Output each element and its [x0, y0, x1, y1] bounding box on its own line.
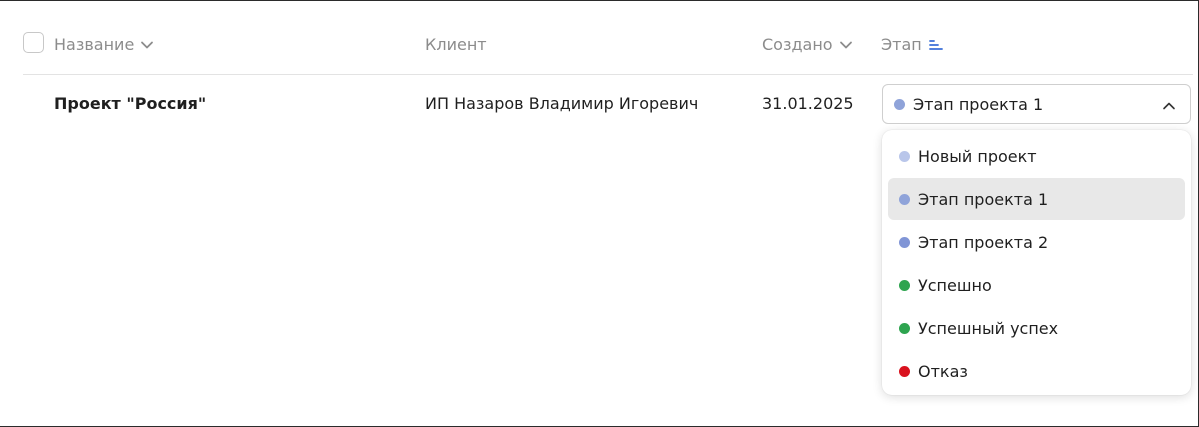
sort-lines-icon[interactable]	[928, 38, 944, 52]
cell-client: ИП Назаров Владимир Игоревич	[425, 94, 699, 113]
stage-option[interactable]: Этап проекта 2	[888, 221, 1185, 263]
chevron-down-icon[interactable]	[140, 38, 154, 52]
stage-color-dot	[899, 279, 910, 291]
column-header-created-label: Создано	[762, 35, 833, 54]
stage-select[interactable]: Этап проекта 1	[882, 84, 1191, 124]
header-divider	[23, 74, 1193, 75]
stage-option-selected[interactable]: Этап проекта 1	[888, 178, 1185, 220]
stage-option-label: Этап проекта 2	[918, 232, 1049, 252]
stage-option-label: Отказ	[918, 361, 968, 381]
stage-select-value: Этап проекта 1	[913, 94, 1044, 114]
stage-color-dot	[899, 150, 910, 162]
select-all-checkbox[interactable]	[23, 32, 44, 53]
stage-color-dot	[894, 98, 905, 110]
column-header-client: Клиент	[425, 35, 487, 54]
column-header-name-label: Название	[54, 35, 135, 54]
cell-created: 31.01.2025	[762, 94, 854, 113]
column-header-stage[interactable]: Этап	[881, 35, 944, 54]
column-header-created[interactable]: Создано	[762, 35, 853, 54]
stage-option[interactable]: Отказ	[888, 350, 1185, 392]
stage-option[interactable]: Новый проект	[888, 135, 1185, 177]
stage-color-dot	[899, 322, 910, 334]
chevron-down-icon[interactable]	[839, 38, 853, 52]
stage-option[interactable]: Успешно	[888, 264, 1185, 306]
stage-dropdown: Новый проект Этап проекта 1 Этап проекта…	[882, 130, 1191, 395]
stage-color-dot	[899, 365, 910, 377]
chevron-up-icon[interactable]	[1162, 98, 1176, 117]
column-header-name[interactable]: Название	[54, 35, 154, 54]
stage-option-label: Успешный успех	[918, 318, 1059, 338]
column-header-client-label: Клиент	[425, 35, 487, 54]
cell-name[interactable]: Проект "Россия"	[54, 94, 206, 113]
stage-option[interactable]: Успешный успех	[888, 307, 1185, 349]
table-header: Название Клиент Создано Этап	[23, 26, 1193, 64]
stage-option-label: Этап проекта 1	[918, 189, 1049, 209]
stage-color-dot	[899, 193, 910, 205]
stage-color-dot	[899, 236, 910, 248]
stage-option-label: Новый проект	[918, 146, 1037, 166]
stage-option-label: Успешно	[918, 275, 992, 295]
column-header-stage-label: Этап	[881, 35, 922, 54]
